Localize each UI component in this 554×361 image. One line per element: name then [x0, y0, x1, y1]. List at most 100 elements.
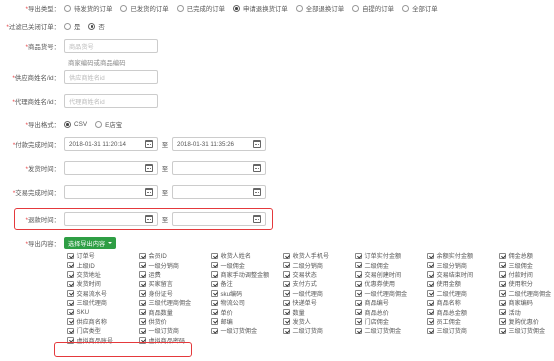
- checkbox-checked-icon[interactable]: [499, 318, 506, 325]
- export-field-item[interactable]: 交货地址: [67, 271, 139, 279]
- export-field-item[interactable]: 三级订货商: [427, 327, 499, 335]
- checkbox-checked-icon[interactable]: [355, 280, 362, 288]
- pay-time-to-input[interactable]: 2018-01-31 11:35:26: [172, 137, 266, 151]
- checkbox-checked-icon[interactable]: [283, 261, 290, 269]
- checkbox-checked-icon[interactable]: [211, 280, 218, 288]
- checkbox-checked-icon[interactable]: [139, 318, 146, 325]
- calendar-icon[interactable]: [253, 164, 261, 172]
- export-format-option[interactable]: CSV: [64, 120, 87, 129]
- export-field-item[interactable]: 订单实付金额: [355, 252, 427, 260]
- checkbox-checked-icon[interactable]: [499, 290, 506, 297]
- ship-time-to-input[interactable]: [172, 161, 266, 175]
- export-field-item[interactable]: 商家手动调整金额: [211, 271, 283, 279]
- checkbox-checked-icon[interactable]: [427, 318, 434, 325]
- export-field-item[interactable]: 活动: [499, 308, 554, 317]
- agent-input[interactable]: 代理商姓名id: [64, 94, 158, 108]
- export-field-item[interactable]: 供货价: [139, 318, 211, 326]
- checkbox-checked-icon[interactable]: [211, 327, 218, 335]
- export-field-item[interactable]: 商品总金额: [427, 308, 499, 317]
- deal-time-to-input[interactable]: [172, 185, 266, 199]
- export-field-item[interactable]: 三级分销商: [427, 261, 499, 270]
- checkbox-checked-icon[interactable]: [211, 308, 218, 316]
- calendar-icon[interactable]: [145, 188, 153, 196]
- checkbox-checked-icon[interactable]: [67, 252, 74, 260]
- checkbox-checked-icon[interactable]: [67, 318, 74, 325]
- radio-icon[interactable]: [402, 5, 410, 12]
- checkbox-checked-icon[interactable]: [499, 261, 506, 269]
- checkbox-checked-icon[interactable]: [139, 327, 146, 335]
- export-type-option[interactable]: 全部退换订单: [295, 4, 344, 13]
- checkbox-checked-icon[interactable]: [499, 327, 506, 335]
- checkbox-checked-icon[interactable]: [283, 327, 290, 335]
- export-type-option[interactable]: 待发货的订单: [64, 4, 112, 13]
- checkbox-checked-icon[interactable]: [139, 290, 146, 297]
- export-field-item[interactable]: 物流公司: [211, 299, 283, 307]
- checkbox-checked-icon[interactable]: [427, 290, 434, 297]
- export-field-item[interactable]: 门店类型: [67, 327, 139, 335]
- checkbox-checked-icon[interactable]: [355, 290, 362, 297]
- radio-icon[interactable]: [64, 121, 71, 128]
- checkbox-checked-icon[interactable]: [283, 299, 290, 306]
- export-field-item[interactable]: 邮编: [211, 318, 283, 326]
- export-field-item[interactable]: 买家留言: [139, 280, 211, 288]
- export-field-item[interactable]: 商品编号: [355, 299, 427, 307]
- export-type-option[interactable]: 自提的订单: [352, 4, 394, 13]
- checkbox-checked-icon[interactable]: [427, 327, 434, 335]
- checkbox-checked-icon[interactable]: [499, 308, 506, 316]
- checkbox-checked-icon[interactable]: [139, 261, 146, 269]
- checkbox-checked-icon[interactable]: [67, 271, 74, 278]
- export-field-item[interactable]: 一级佣金: [211, 261, 283, 270]
- export-field-item[interactable]: 商品数量: [139, 308, 211, 317]
- checkbox-checked-icon[interactable]: [355, 318, 362, 325]
- export-field-item[interactable]: 上级ID: [67, 261, 139, 270]
- radio-icon[interactable]: [295, 5, 303, 12]
- refund-time-to-input[interactable]: [172, 212, 266, 226]
- export-field-item[interactable]: 交易创建时间: [355, 271, 427, 279]
- export-field-item[interactable]: 供应商名称: [67, 318, 139, 326]
- checkbox-checked-icon[interactable]: [67, 290, 74, 297]
- calendar-icon[interactable]: [253, 215, 261, 223]
- export-field-item[interactable]: 使用积分: [499, 280, 554, 288]
- export-field-item[interactable]: 一级分销商: [139, 261, 211, 270]
- checkbox-checked-icon[interactable]: [355, 252, 362, 260]
- checkbox-checked-icon[interactable]: [499, 271, 506, 278]
- export-type-option[interactable]: 已完成的订单: [176, 4, 225, 13]
- calendar-icon[interactable]: [253, 140, 261, 148]
- checkbox-checked-icon[interactable]: [139, 252, 146, 260]
- export-field-item[interactable]: 三级代理商佣金: [139, 299, 211, 307]
- checkbox-checked-icon[interactable]: [283, 271, 290, 278]
- export-type-option[interactable]: 已发货的订单: [120, 4, 169, 13]
- deal-time-from-input[interactable]: [64, 185, 158, 199]
- calendar-icon[interactable]: [145, 215, 153, 223]
- export-field-item[interactable]: 佣金总额: [499, 252, 554, 260]
- export-field-item[interactable]: 交易结束时间: [427, 271, 499, 279]
- radio-icon[interactable]: [176, 5, 184, 12]
- export-field-item[interactable]: 门店佣金: [355, 318, 427, 326]
- export-field-item[interactable]: 一级订货佣金: [211, 327, 283, 335]
- export-type-option[interactable]: 全部订单: [402, 4, 438, 13]
- export-field-item[interactable]: 支付方式: [283, 280, 355, 288]
- radio-icon[interactable]: [64, 23, 71, 30]
- export-field-item[interactable]: 发货人: [283, 318, 355, 326]
- checkbox-checked-icon[interactable]: [211, 271, 218, 278]
- checkbox-checked-icon[interactable]: [67, 308, 74, 316]
- checkbox-checked-icon[interactable]: [139, 308, 146, 316]
- checkbox-checked-icon[interactable]: [355, 308, 362, 316]
- export-field-item[interactable]: 数量: [283, 308, 355, 317]
- export-field-item[interactable]: 会员ID: [139, 252, 211, 260]
- checkbox-checked-icon[interactable]: [283, 290, 290, 297]
- export-field-item[interactable]: 三级佣金: [499, 261, 554, 270]
- checkbox-checked-icon[interactable]: [355, 261, 362, 269]
- export-field-item[interactable]: 商品名称: [427, 299, 499, 307]
- checkbox-checked-icon[interactable]: [499, 252, 506, 260]
- checkbox-checked-icon[interactable]: [211, 299, 218, 306]
- pay-time-from-input[interactable]: 2018-01-31 11:20:14: [64, 137, 158, 151]
- calendar-icon[interactable]: [145, 164, 153, 172]
- checkbox-checked-icon[interactable]: [427, 299, 434, 306]
- export-field-item[interactable]: 商家编码: [499, 299, 554, 307]
- supplier-input[interactable]: 供应商姓名id: [64, 70, 158, 84]
- checkbox-checked-icon[interactable]: [139, 299, 146, 306]
- export-field-item[interactable]: 优惠券使用: [355, 280, 427, 288]
- checkbox-checked-icon[interactable]: [67, 299, 74, 306]
- checkbox-checked-icon[interactable]: [211, 252, 218, 260]
